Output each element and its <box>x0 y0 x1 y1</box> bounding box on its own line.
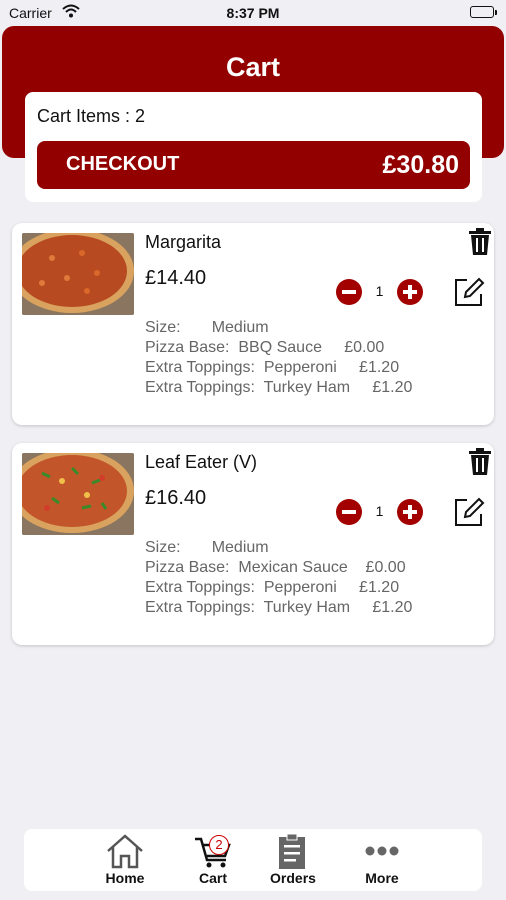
item-name: Leaf Eater (V) <box>145 452 258 472</box>
orders-icon <box>279 833 305 869</box>
tab-more[interactable]: More <box>342 829 422 891</box>
plus-circle-icon[interactable] <box>397 499 423 525</box>
item-detail: Extra Toppings: Pepperoni £1.20 <box>145 579 400 596</box>
tab-label: Home <box>105 870 145 886</box>
edit-icon[interactable] <box>453 496 485 528</box>
trash-icon[interactable] <box>467 227 493 257</box>
tab-label: Cart <box>198 870 227 886</box>
plus-circle-icon[interactable] <box>397 279 423 305</box>
battery-icon <box>470 6 497 18</box>
pizza-image <box>22 453 134 535</box>
tab-label: More <box>365 870 399 886</box>
item-detail: Extra Toppings: Turkey Ham £1.20 <box>145 379 413 396</box>
status-bar: Carrier 8:37 PM <box>0 0 506 26</box>
checkout-total: £30.80 <box>382 151 459 179</box>
item-detail: Extra Toppings: Turkey Ham £1.20 <box>145 599 413 616</box>
status-time: 8:37 PM <box>226 5 280 21</box>
tab-label: Orders <box>270 870 316 886</box>
edit-icon[interactable] <box>453 276 485 308</box>
item-price: £14.40 <box>145 267 207 289</box>
checkout-button[interactable]: CHECKOUT £30.80 <box>37 141 470 189</box>
item-detail: Size: Medium <box>145 319 269 336</box>
tab-bar: Home 2 Cart Orders More <box>24 829 482 891</box>
checkout-label: CHECKOUT <box>66 153 180 175</box>
item-name: Margarita <box>145 232 222 252</box>
item-detail: Size: Medium <box>145 539 269 556</box>
tab-home[interactable]: Home <box>85 829 165 891</box>
cart-item: Leaf Eater (V) £16.40 1 Size: Medium Piz… <box>12 443 494 645</box>
cart-summary-card: Cart Items : 2 CHECKOUT £30.80 <box>25 92 482 202</box>
home-icon <box>107 834 143 869</box>
item-price: £16.40 <box>145 487 207 509</box>
cart-item: Margarita £14.40 1 Size: Medium Pizza Ba… <box>12 223 494 425</box>
pizza-image <box>22 233 134 315</box>
tab-orders[interactable]: Orders <box>253 829 333 891</box>
item-detail: Pizza Base: BBQ Sauce £0.00 <box>145 339 385 356</box>
cart-items-count: Cart Items : 2 <box>37 106 146 126</box>
cart-badge: 2 <box>209 835 229 855</box>
trash-icon[interactable] <box>467 447 493 477</box>
item-detail: Extra Toppings: Pepperoni £1.20 <box>145 359 400 376</box>
more-icon <box>365 846 399 856</box>
tab-cart[interactable]: 2 Cart <box>173 829 253 891</box>
minus-circle-icon[interactable] <box>336 279 362 305</box>
quantity-value: 1 <box>375 503 384 519</box>
quantity-value: 1 <box>375 283 384 299</box>
page-title: Cart <box>225 52 280 82</box>
item-detail: Pizza Base: Mexican Sauce £0.00 <box>145 559 406 576</box>
minus-circle-icon[interactable] <box>336 499 362 525</box>
